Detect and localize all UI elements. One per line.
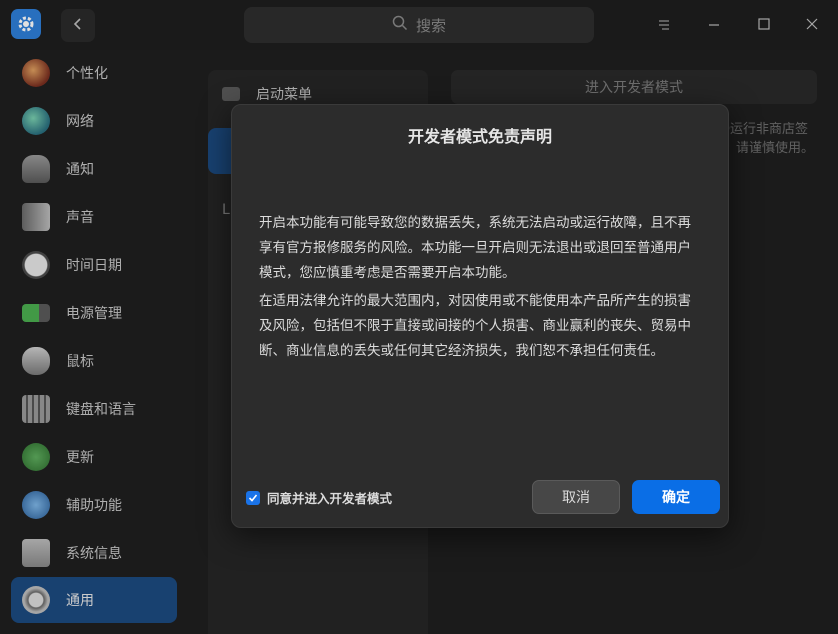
checkmark-icon: [248, 493, 258, 502]
cancel-button[interactable]: 取消: [532, 480, 620, 514]
agree-label: 同意并进入开发者模式: [267, 491, 393, 506]
confirm-button[interactable]: 确定: [632, 480, 720, 514]
developer-disclaimer-dialog: 开发者模式免责声明 开启本功能有可能导致您的数据丢失，系统无法启动或运行故障，且…: [231, 104, 729, 528]
dialog-paragraph-1: 开启本功能有可能导致您的数据丢失，系统无法启动或运行故障，且不再享有官方报修服务…: [259, 215, 691, 281]
dialog-paragraph-2: 在适用法律允许的最大范围内，对因使用或不能使用本产品所产生的损害及风险，包括但不…: [259, 293, 691, 359]
dialog-title: 开发者模式免责声明: [407, 127, 552, 146]
agree-checkbox[interactable]: [246, 490, 260, 505]
agree-checkbox-row[interactable]: 同意并进入开发者模式: [246, 488, 392, 507]
